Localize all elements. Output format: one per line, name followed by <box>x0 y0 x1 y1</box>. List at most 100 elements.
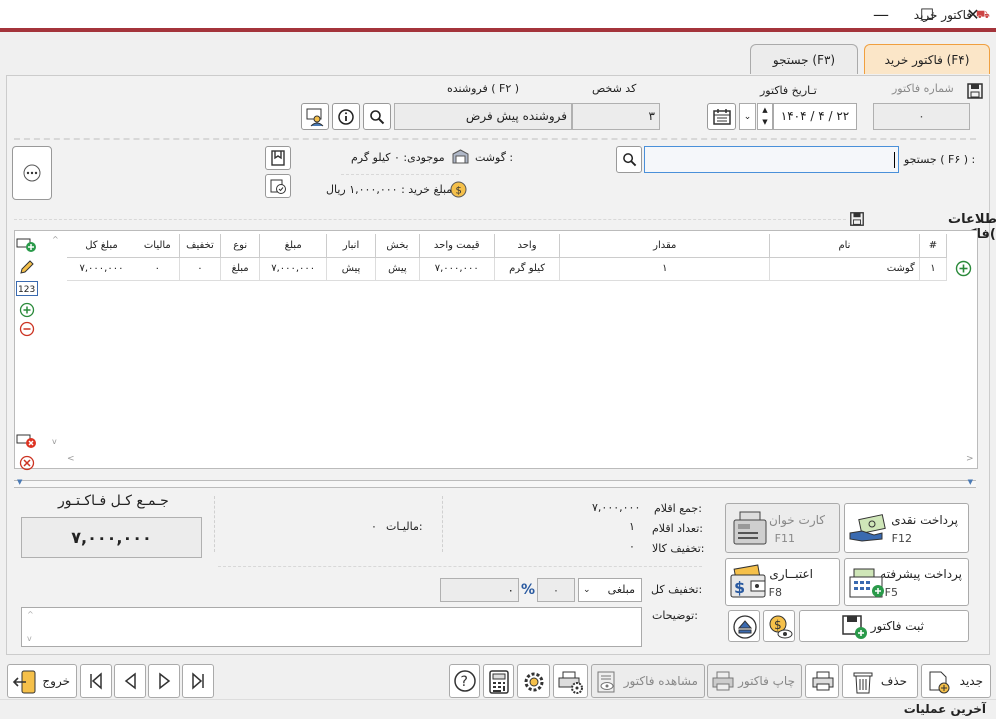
print-invoice-icon <box>711 670 735 695</box>
invoice-date-field[interactable]: ۱۴۰۴ / ۴ / ۲۲ <box>773 103 857 130</box>
print-invoice-button[interactable]: چاپ فاکتور <box>707 664 802 698</box>
advanced-payment-label: پرداخت پیشرفته <box>880 567 962 581</box>
cell[interactable]: ۷,۰۰۰,۰۰۰ <box>419 257 495 281</box>
advanced-payment-button[interactable]: پرداخت پیشرفته F5 <box>844 558 969 606</box>
search-icon[interactable] <box>363 103 391 130</box>
credit-button[interactable]: اعتبــاری F8 $ <box>725 558 840 606</box>
settings-button[interactable] <box>517 664 550 698</box>
first-record-button[interactable] <box>80 664 112 698</box>
product-search-input[interactable] <box>644 146 899 173</box>
cell[interactable]: کیلو گرم <box>494 257 561 281</box>
info-icon[interactable] <box>332 103 360 130</box>
col-header[interactable]: مبلغ کل <box>67 234 136 258</box>
advanced-payment-key: F5 <box>884 586 898 599</box>
minimize-button[interactable]: — <box>858 0 904 30</box>
skip-start-icon <box>88 672 104 693</box>
scroll-down-arrow[interactable]: v <box>52 437 57 446</box>
plus-circle-icon[interactable] <box>19 302 35 321</box>
new-button[interactable]: جدید <box>921 664 991 698</box>
close-button[interactable]: ✕ <box>950 0 996 30</box>
col-header[interactable]: مبلغ <box>259 234 328 258</box>
cell[interactable]: پیش <box>375 257 420 281</box>
col-header[interactable]: تخفیف <box>179 234 222 258</box>
cell[interactable]: ۱ <box>559 257 771 281</box>
print-button[interactable] <box>805 664 839 698</box>
exit-door-icon <box>12 669 38 698</box>
cell[interactable]: مبلغ <box>220 257 261 281</box>
trash-icon <box>851 669 875 698</box>
help-button[interactable]: ? <box>449 664 480 698</box>
person-card-icon[interactable] <box>301 103 329 130</box>
col-header[interactable]: مالیات <box>135 234 180 258</box>
col-header[interactable]: انبار <box>326 234 376 258</box>
bookmark-icon[interactable] <box>265 146 291 170</box>
person-code-field[interactable]: ۳ <box>572 103 660 130</box>
last-record-button[interactable] <box>182 664 214 698</box>
credit-key: F8 <box>768 586 782 599</box>
eject-button[interactable] <box>728 610 760 642</box>
stock-label: موجودی: ۰ کیلو گرم <box>351 151 445 164</box>
discount-type-select[interactable]: مبلغی ⌄ <box>578 578 642 602</box>
splitter[interactable]: ▼ ▼ <box>14 478 976 488</box>
cell[interactable]: ۷,۰۰۰,۰۰۰ <box>67 257 136 281</box>
col-header[interactable]: واحد <box>494 234 561 258</box>
help-question-icon: ? <box>453 669 477 696</box>
add-item-icon[interactable] <box>16 236 38 257</box>
col-header[interactable]: قیمت واحد <box>419 234 495 258</box>
invoice-save-icon[interactable] <box>849 211 865 230</box>
date-dropdown-chevron-down-icon[interactable]: ⌄ <box>739 103 756 130</box>
cell[interactable]: پیش <box>326 257 376 281</box>
exit-button[interactable]: خروج <box>7 664 77 698</box>
coin-view-button[interactable]: $ <box>763 610 795 642</box>
delete-item-icon[interactable] <box>16 432 38 453</box>
maximize-button[interactable]: ☐ <box>904 0 950 30</box>
eject-icon <box>732 614 758 643</box>
next-record-button[interactable] <box>148 664 180 698</box>
cell[interactable]: ۰ <box>135 257 180 281</box>
date-spinner[interactable]: ▲ ▼ <box>757 103 773 130</box>
calculator-icon <box>488 669 510 698</box>
cell[interactable]: ۷,۰۰۰,۰۰۰ <box>259 257 328 281</box>
save-icon[interactable] <box>966 82 984 104</box>
delete-button[interactable]: حذف <box>842 664 918 698</box>
more-options-icon[interactable] <box>12 146 52 200</box>
previous-record-button[interactable] <box>114 664 146 698</box>
minus-circle-icon[interactable] <box>19 321 35 340</box>
calculator-button[interactable] <box>483 664 514 698</box>
discount-percent-field[interactable]: ۰ <box>537 578 575 602</box>
col-header[interactable]: بخش <box>375 234 420 258</box>
table-row[interactable]: ۱ گوشت ۱ کیلو گرم ۷,۰۰۰,۰۰۰ پیش پیش ۷,۰۰… <box>67 257 948 281</box>
person-code-label: کد شخص <box>592 82 637 95</box>
tab-search[interactable]: جستجو (F۳) <box>750 44 858 74</box>
calendar-icon[interactable] <box>707 103 736 130</box>
scroll-left-arrow[interactable]: < <box>67 454 75 464</box>
edit-pencil-icon[interactable] <box>18 259 35 279</box>
goods-discount-label: تخفیف کالا: <box>652 542 705 555</box>
cell[interactable]: گوشت <box>769 257 920 281</box>
print-settings-button[interactable] <box>553 664 588 698</box>
product-search-icon[interactable] <box>616 146 642 173</box>
invoice-date-label: تـاریخ فاکتور <box>760 84 817 97</box>
cash-payment-button[interactable]: پرداخت نقدی F12 <box>844 503 969 553</box>
remove-circle-icon[interactable] <box>19 455 35 474</box>
col-header[interactable]: # <box>919 234 948 258</box>
scroll-right-arrow[interactable]: > <box>966 454 974 464</box>
total-items-value: ۷,۰۰۰,۰۰۰ <box>592 501 641 514</box>
tab-purchase-invoice[interactable]: فاکتور خرید (F۴) <box>864 44 990 74</box>
discount-amount-field[interactable]: ۰ <box>440 578 519 602</box>
scroll-up-arrow[interactable]: ^ <box>52 235 59 244</box>
col-header[interactable]: نوع <box>220 234 261 258</box>
invoice-number-field[interactable]: ۰ <box>873 103 970 130</box>
seller-field[interactable]: فروشنده پیش فرض <box>394 103 572 130</box>
card-reader-button[interactable]: کارت خوان F11 <box>725 503 840 553</box>
col-header[interactable]: نام <box>769 234 920 258</box>
view-invoice-button[interactable]: مشاهده فاکتور <box>591 664 705 698</box>
cell[interactable]: ۰ <box>179 257 222 281</box>
notes-textarea[interactable]: ^ v <box>21 607 642 647</box>
cell[interactable]: ۱ <box>919 257 948 281</box>
col-header[interactable]: مقدار <box>559 234 771 258</box>
add-row-icon[interactable] <box>955 260 972 280</box>
register-invoice-button[interactable]: ثبت فاکتور <box>799 610 969 642</box>
checklist-icon[interactable] <box>265 174 291 198</box>
number-format-icon[interactable]: 123 <box>16 281 38 299</box>
